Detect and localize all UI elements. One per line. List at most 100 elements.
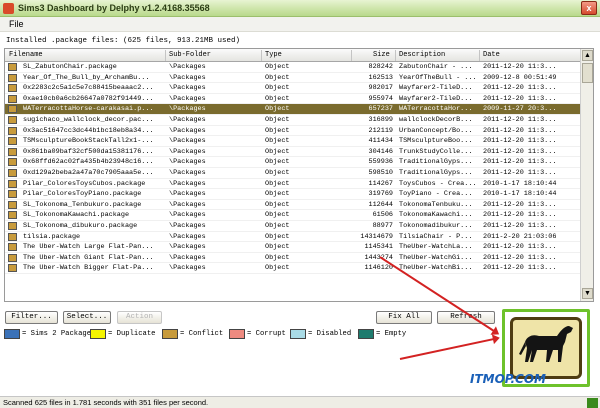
scroll-thumb[interactable] <box>582 63 593 83</box>
swatch-conflict <box>162 329 178 339</box>
cell-date: 2011-12-20 11:3... <box>483 94 557 103</box>
scroll-down-icon[interactable]: ▼ <box>582 288 593 299</box>
cell-type: Object <box>265 94 290 103</box>
table-row[interactable]: 0x2283c2c5a1c5e7c88415beaaac2... \Package… <box>5 83 581 94</box>
cell-folder: \Packages <box>169 94 206 103</box>
cell-size: 88977 <box>372 221 393 230</box>
table-row[interactable]: The Uber-Watch Bigger Flat-Pa... \Package… <box>5 263 581 274</box>
col-type[interactable]: Type <box>265 51 282 59</box>
cell-type: Object <box>265 200 290 209</box>
menu-bar: File <box>0 17 600 32</box>
cell-date: 2009-11-27 20:3... <box>483 105 557 114</box>
cell-size: 304146 <box>368 147 393 156</box>
table-row[interactable]: 0x68ffd62ac02fa435b4b23948c16... \Package… <box>5 157 581 168</box>
cell-filename: tilsia.package <box>23 232 81 241</box>
cell-filename: SL_TokonomaKawachi.package <box>23 211 130 220</box>
package-grid[interactable]: Filename Sub-Folder Type Size Descriptio… <box>4 48 594 302</box>
swatch-empty <box>358 329 374 339</box>
window-title: Sims3 Dashboard by Delphy v1.2.4168.3556… <box>18 3 210 13</box>
cell-folder: \Packages <box>169 73 206 82</box>
legend-sims2: = Sims 2 Package <box>4 329 91 339</box>
vertical-scrollbar[interactable]: ▲ ▼ <box>580 49 593 301</box>
cell-folder: \Packages <box>169 168 206 177</box>
cell-size: 828242 <box>368 63 393 71</box>
cell-date: 2011-12-20 11:3... <box>483 243 557 252</box>
resize-grip-icon[interactable] <box>587 398 598 408</box>
cell-folder: \Packages <box>169 221 206 230</box>
cell-desc: ToysCubos - Crea... <box>399 179 477 188</box>
cell-filename: WATerracottaHorse-carakasai.p... <box>23 105 154 114</box>
cell-size: 112644 <box>368 200 393 209</box>
table-row[interactable]: Pilar_ColoresToyPiano.package \Packages Ob… <box>5 189 581 200</box>
cell-filename: Year_Of_The_Bull_by_ArchamBu... <box>23 73 150 82</box>
cell-date: 2011-12-20 11:3... <box>483 200 557 209</box>
cell-folder: \Packages <box>169 115 206 124</box>
filter-button[interactable]: Filter... <box>5 311 58 324</box>
table-row[interactable]: tilsia.package \Packages Object 14314679 Til… <box>5 232 581 243</box>
table-row[interactable]: 0x861ba09baf32cf500da15381176... \Package… <box>5 147 581 158</box>
cell-filename: The Uber-Watch Giant Flat-Pan... <box>23 253 154 262</box>
cell-folder: \Packages <box>169 158 206 167</box>
table-row[interactable]: Year_Of_The_Bull_by_ArchamBu... \Packages… <box>5 73 581 84</box>
cell-size: 61506 <box>372 211 393 220</box>
cell-size: 1145341 <box>364 243 393 252</box>
cell-folder: \Packages <box>169 126 206 135</box>
cell-size: 598510 <box>368 168 393 177</box>
table-row[interactable]: SL_Tokonoma_Tenbukuro.package \Packages Ob… <box>5 200 581 211</box>
legend: = Sims 2 Package = Duplicate = Conflict … <box>4 329 499 341</box>
cell-type: Object <box>265 190 290 199</box>
table-row[interactable]: The Uber-Watch Giant Flat-Pan... \Package… <box>5 253 581 264</box>
table-row[interactable]: TSMsculptureBookStackTall2x1-... \Package… <box>5 136 581 147</box>
status-swatch <box>8 137 17 146</box>
col-subfolder[interactable]: Sub-Folder <box>169 51 211 59</box>
cell-type: Object <box>265 73 290 82</box>
cell-date: 2011-12-20 11:3... <box>483 137 557 146</box>
status-swatch <box>8 94 17 103</box>
cell-folder: \Packages <box>169 190 206 199</box>
table-row[interactable]: SL_TokonomaKawachi.package \Packages Objec… <box>5 210 581 221</box>
cell-date: 2011-12-20 11:3... <box>483 221 557 230</box>
table-row[interactable]: The Uber-Watch Large Flat-Pan... \Package… <box>5 242 581 253</box>
cell-folder: \Packages <box>169 105 206 114</box>
swatch-corrupt <box>229 329 245 339</box>
cell-filename: 0xd129a2beba2a47a70c7905aaa5e... <box>23 168 154 177</box>
table-row[interactable]: SL_Tokonoma_dibukuro.package \Packages Obj… <box>5 221 581 232</box>
col-filename[interactable]: Filename <box>9 51 43 59</box>
cell-type: Object <box>265 63 290 71</box>
col-size[interactable]: Size <box>373 51 390 59</box>
cell-filename: TSMsculptureBookStackTall2x1-... <box>23 137 154 146</box>
legend-disabled: = Disabled <box>290 329 351 339</box>
cell-desc: TheUber-WatchLa... <box>399 243 473 252</box>
menu-file[interactable]: File <box>9 19 24 29</box>
status-swatch <box>8 221 17 230</box>
cell-folder: \Packages <box>169 243 206 252</box>
cell-filename: SL_Tokonoma_dibukuro.package <box>23 221 138 230</box>
table-row[interactable]: Pilar_ColoresToysCubos.package \Packages O… <box>5 179 581 190</box>
status-swatch <box>8 190 17 199</box>
cell-desc: wallclockDecorB... <box>399 115 473 124</box>
table-row[interactable]: sugichaco_wallclock_decor.pac... \Package… <box>5 115 581 126</box>
cell-size: 955974 <box>368 94 393 103</box>
table-row[interactable]: SL_ZabutonChair.package \Packages Object 82… <box>5 62 581 73</box>
table-row[interactable]: 0xae10cb0a6cb26647a0782f91449... \Package… <box>5 94 581 105</box>
cell-filename: 0x3ac51647cc3dc44b1bc18eb8a34... <box>23 126 154 135</box>
cell-date: 2011-12-20 11:3... <box>483 253 557 262</box>
fix-all-button[interactable]: Fix All <box>376 311 432 324</box>
cell-desc: TheUber-WatchBi... <box>399 264 473 273</box>
cell-type: Object <box>265 126 290 135</box>
select-button[interactable]: Select... <box>63 311 111 324</box>
action-button[interactable]: Action <box>117 311 162 324</box>
table-row[interactable]: WATerracottaHorse-carakasai.p... \Package… <box>5 104 581 115</box>
swatch-disabled <box>290 329 306 339</box>
table-row[interactable]: 0xd129a2beba2a47a70c7905aaa5e... \Package… <box>5 168 581 179</box>
scroll-up-icon[interactable]: ▲ <box>582 50 593 61</box>
cell-size: 657237 <box>368 105 393 114</box>
cell-size: 212119 <box>368 126 393 135</box>
close-button[interactable]: x <box>581 1 597 15</box>
table-row[interactable]: 0x3ac51647cc3dc44b1bc18eb8a34... \Package… <box>5 126 581 137</box>
cell-size: 982017 <box>368 84 393 93</box>
cell-size: 1146120 <box>364 264 393 273</box>
col-date[interactable]: Date <box>483 51 500 59</box>
col-description[interactable]: Description <box>399 51 445 59</box>
cell-date: 2011-12-20 11:3... <box>483 211 557 220</box>
